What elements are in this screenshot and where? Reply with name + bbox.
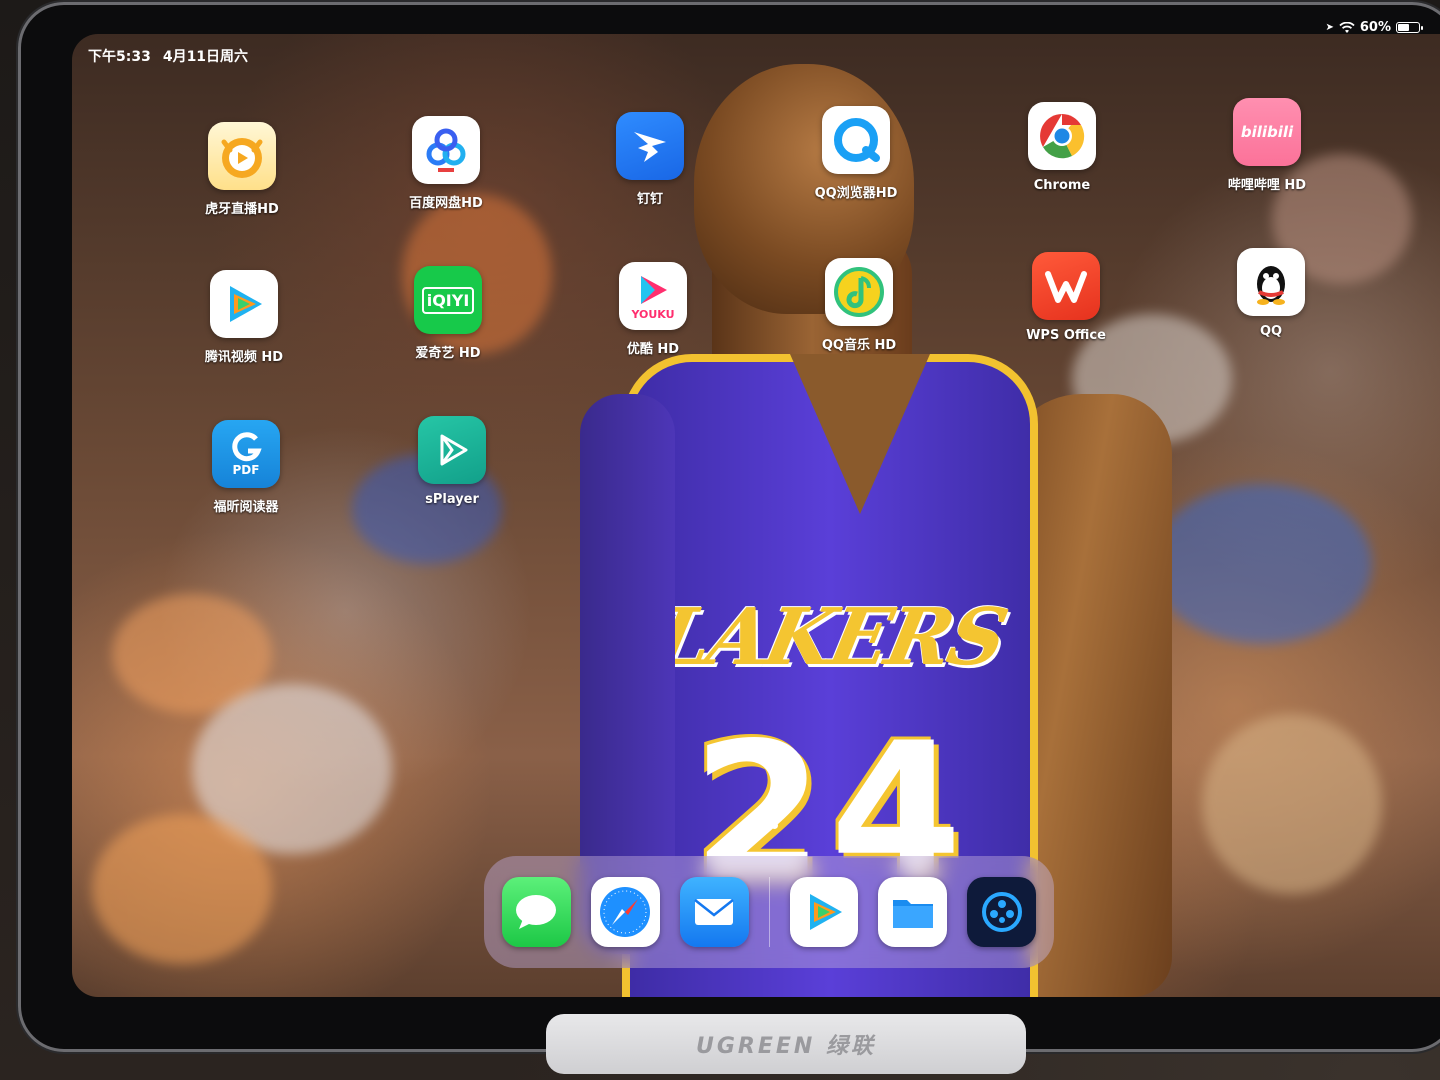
app-huya[interactable]: 虎牙直播HD [177,122,307,217]
page-indicator[interactable] [754,822,778,829]
bilibili-icon: bilibili [1233,98,1301,166]
huya-icon [208,122,276,190]
app-qq[interactable]: QQ [1206,248,1336,339]
app-label: WPS Office [1026,328,1106,343]
crowd-blur [1202,714,1382,894]
app-label: 优酷 HD [626,342,680,357]
qq-music-icon [825,258,893,326]
jersey-collar [790,354,930,514]
app-label: QQ音乐 HD [821,338,897,353]
app-splayer[interactable]: sPlayer [387,416,517,507]
app-chrome[interactable]: Chrome [997,102,1127,193]
app-label: 哔哩哔哩 HD [1227,178,1307,193]
app-tencent-video[interactable]: 腾讯视频 HD [179,270,309,365]
dock-separator [768,877,770,947]
app-label: 福昕阅读器 [213,500,279,515]
app-label: 虎牙直播HD [205,202,279,217]
app-label: QQ [1259,324,1283,339]
qq-icon [1237,248,1305,316]
app-label: Chrome [1033,178,1091,193]
app-label: sPlayer [425,492,479,507]
video-editor-icon[interactable] [967,877,1037,947]
safari-icon[interactable] [590,877,660,947]
tencent-video-icon [210,270,278,338]
splayer-icon [418,416,486,484]
chrome-icon [1028,102,1096,170]
iqiyi-icon: iQIYI [414,266,482,334]
qq-browser-icon [822,106,890,174]
status-time: 下午5:33 [88,49,151,65]
app-label: 钉钉 [636,192,663,207]
app-iqiyi[interactable]: iQIYI 爱奇艺 HD [383,266,513,361]
status-bar-right: ➤ 60% [1325,20,1423,35]
mail-icon[interactable] [679,877,749,947]
app-label: QQ浏览器HD [814,186,898,201]
page-dot-current[interactable] [771,822,778,829]
tencent-video-icon[interactable] [789,877,859,947]
dock [484,856,1054,968]
foxit-logo-text: PDF [232,463,260,477]
app-foxit-reader[interactable]: PDF 福昕阅读器 [181,420,311,515]
app-label: 爱奇艺 HD [415,346,481,361]
app-bilibili[interactable]: bilibili 哔哩哔哩 HD [1202,98,1332,193]
dingtalk-icon [616,112,684,180]
app-youku[interactable]: YOUKU 优酷 HD [588,262,718,357]
app-qq-browser[interactable]: QQ浏览器HD [791,106,921,201]
status-bar-left: 下午5:33 4月11日周六 [88,46,248,66]
app-wps[interactable]: WPS Office [1001,252,1131,343]
app-baidu-netdisk[interactable]: 百度网盘HD [381,116,511,211]
status-date: 4月11日周六 [162,49,249,65]
crowd-blur [1152,484,1372,644]
tablet-stand: UGREEN 绿联 [546,1014,1026,1074]
youku-logo-text: YOUKU [631,307,675,321]
jersey-team-name: LAKERS [647,592,1013,683]
crowd-blur [92,814,272,964]
stand-brand-text: UGREEN 绿联 [696,1034,876,1059]
foxit-reader-icon: PDF [212,420,280,488]
app-qq-music[interactable]: QQ音乐 HD [794,258,924,353]
bilibili-logo-text: bilibili [1240,123,1294,141]
wps-icon [1032,252,1100,320]
battery-icon [1396,22,1423,33]
app-dingtalk[interactable]: 钉钉 [585,112,715,207]
app-label: 腾讯视频 HD [204,350,284,365]
wifi-icon [1339,21,1355,33]
battery-level [1398,24,1410,31]
app-label: 百度网盘HD [409,196,483,211]
page-dot[interactable] [754,822,761,829]
files-icon[interactable] [878,877,948,947]
youku-icon: YOUKU [619,262,687,330]
iqiyi-logo-text: iQIYI [421,286,475,314]
baidu-netdisk-icon [412,116,480,184]
location-icon: ➤ [1325,22,1334,33]
battery-percent: 60% [1359,20,1391,35]
messages-icon[interactable] [502,877,571,947]
